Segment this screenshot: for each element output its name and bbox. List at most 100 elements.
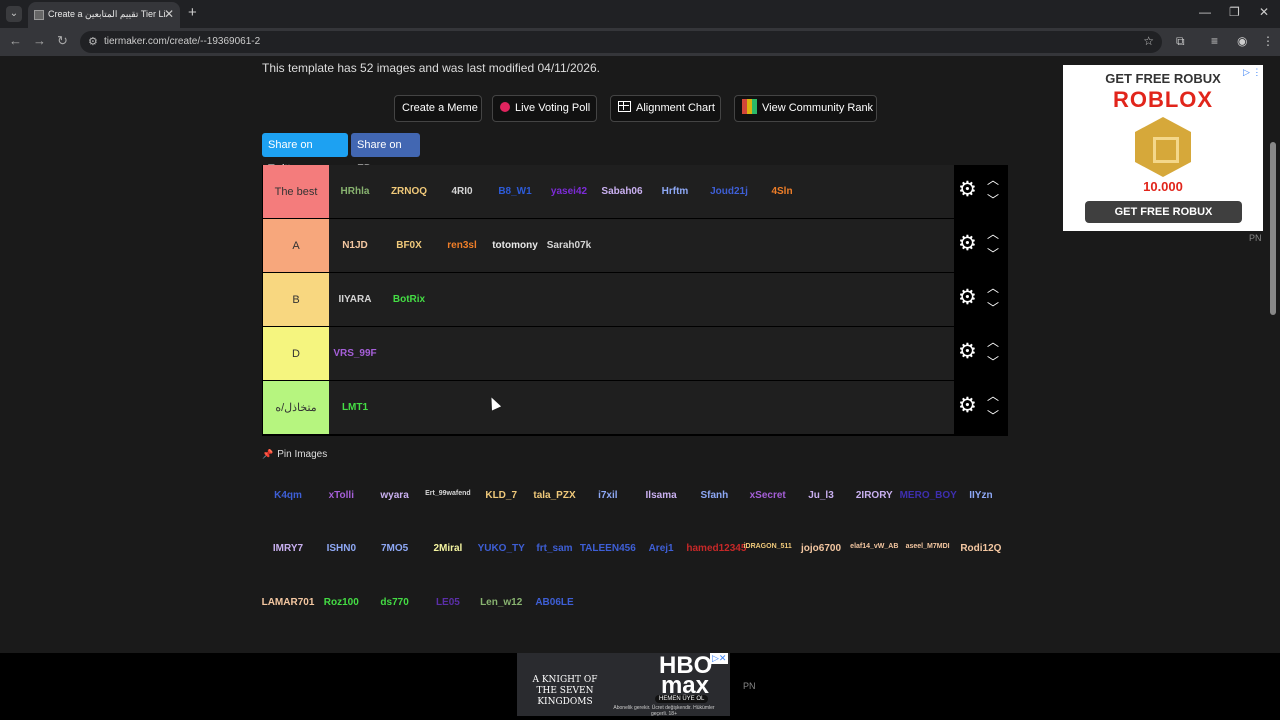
- chevron-up-icon[interactable]: ︿: [987, 228, 999, 240]
- chevron-up-icon[interactable]: ︿: [987, 390, 999, 402]
- pool-item[interactable]: K4qm: [260, 490, 316, 501]
- gear-icon[interactable]: ⚙: [958, 233, 977, 254]
- pool-item[interactable]: aseel_M7MDI: [900, 543, 956, 550]
- pool-item[interactable]: YUKO_TY: [473, 543, 529, 554]
- tier-item[interactable]: Sabah06: [597, 186, 647, 197]
- tier-item[interactable]: 4Sln: [757, 186, 807, 197]
- maximize-icon[interactable]: ❐: [1229, 5, 1240, 19]
- pool-item[interactable]: elaf14_vW_AB: [846, 543, 902, 550]
- browser-menu-icon[interactable]: ⋮: [1262, 34, 1274, 48]
- new-tab-button[interactable]: +: [188, 4, 197, 21]
- pool-item[interactable]: Roz100: [313, 597, 369, 608]
- tier-item[interactable]: LMT1: [330, 402, 380, 413]
- chevron-up-icon[interactable]: ︿: [987, 282, 999, 294]
- pool-item[interactable]: xTolli: [313, 490, 369, 501]
- live-voting-poll-button[interactable]: Live Voting Poll: [492, 95, 597, 122]
- url-text[interactable]: tiermaker.com/create/--19369061-2: [104, 36, 260, 47]
- pool-item[interactable]: xSecret: [740, 490, 796, 501]
- tier-label[interactable]: D: [263, 327, 329, 380]
- alignment-chart-button[interactable]: Alignment Chart: [610, 95, 721, 122]
- tier-item[interactable]: ZRNOQ: [384, 186, 434, 197]
- pool-item[interactable]: frt_sam: [527, 543, 583, 554]
- pool-item[interactable]: MERO_BOY: [900, 490, 957, 501]
- pool-item[interactable]: Ilsama: [633, 490, 689, 501]
- minimize-icon[interactable]: —: [1199, 5, 1211, 19]
- tier-label[interactable]: متخاذل/ه: [263, 381, 329, 434]
- chevron-up-icon[interactable]: ︿: [987, 174, 999, 186]
- robux-ad[interactable]: GET FREE ROBUX ROBLOX 10.000 GET FREE RO…: [1063, 65, 1263, 231]
- tier-item[interactable]: Hrftm: [650, 186, 700, 197]
- gear-icon[interactable]: ⚙: [958, 287, 977, 308]
- pin-images-toggle[interactable]: 📌 Pin Images: [262, 449, 327, 460]
- extensions-icon[interactable]: ⧉: [1176, 34, 1185, 49]
- tier-items-area[interactable]: N1JD BF0X ren3sl totomony Sarah07k: [329, 219, 954, 272]
- tier-item[interactable]: ren3sl: [437, 240, 487, 251]
- pool-item[interactable]: IMRY7: [260, 543, 316, 554]
- hbo-max-ad[interactable]: A KNIGHT OF THE SEVEN KINGDOMS HBO max H…: [517, 653, 730, 717]
- tier-label[interactable]: B: [263, 273, 329, 326]
- back-icon[interactable]: ←: [9, 33, 22, 48]
- tier-item[interactable]: IIYARA: [330, 294, 380, 305]
- tier-items-area[interactable]: LMT1: [329, 381, 954, 434]
- adchoices-icon[interactable]: ▷ ⋮: [1243, 67, 1261, 78]
- browser-tab[interactable]: Create a تقييم المتابعين Tier List ✕: [28, 2, 180, 28]
- tier-item[interactable]: totomony: [490, 240, 540, 251]
- tier-item[interactable]: N1JD: [330, 240, 380, 251]
- tier-label[interactable]: The best: [263, 165, 329, 218]
- chevron-down-icon[interactable]: ﹀: [987, 248, 999, 260]
- tier-items-area[interactable]: HRhla ZRNOQ 4RI0 B8_W1 yasei42 Sabah06 Hrftm Jo…: [329, 165, 954, 218]
- close-window-icon[interactable]: ✕: [1259, 5, 1269, 19]
- tier-item[interactable]: yasei42: [544, 186, 594, 197]
- profile-avatar[interactable]: ◉: [1237, 34, 1247, 48]
- pool-item[interactable]: hamed12345: [686, 543, 746, 554]
- tier-items-area[interactable]: IIYARA BotRix: [329, 273, 954, 326]
- tier-item[interactable]: VRS_99F: [330, 348, 380, 359]
- chevron-up-icon[interactable]: ︿: [987, 336, 999, 348]
- tier-item[interactable]: B8_W1: [490, 186, 540, 197]
- chevron-down-icon[interactable]: ⌄: [6, 6, 22, 22]
- share-fb-button[interactable]: Share on FB: [351, 133, 420, 175]
- tier-item[interactable]: BF0X: [384, 240, 434, 251]
- page-scrollbar[interactable]: [1270, 142, 1276, 315]
- pool-item[interactable]: tala_PZX: [527, 490, 583, 501]
- pool-item[interactable]: Arej1: [633, 543, 689, 554]
- pool-item[interactable]: Rodi12Q: [953, 543, 1009, 554]
- close-tab-icon[interactable]: ✕: [164, 7, 174, 21]
- pool-item[interactable]: LE05: [420, 597, 476, 608]
- reload-icon[interactable]: ↻: [57, 33, 68, 49]
- pool-item[interactable]: wyara: [367, 490, 423, 501]
- chevron-down-icon[interactable]: ﹀: [987, 356, 999, 368]
- pool-item[interactable]: Len_w12: [473, 597, 529, 608]
- pool-item[interactable]: Ert_99wafend: [420, 490, 476, 497]
- pool-item[interactable]: Sfanh: [686, 490, 742, 501]
- gear-icon[interactable]: ⚙: [958, 341, 977, 362]
- pool-item[interactable]: 2Miral: [420, 543, 476, 554]
- pool-item[interactable]: 2IRORY: [846, 490, 902, 501]
- pool-item[interactable]: TALEEN456: [580, 543, 636, 554]
- tier-label[interactable]: A: [263, 219, 329, 272]
- chevron-down-icon[interactable]: ﹀: [987, 194, 999, 206]
- pool-item[interactable]: KLD_7: [473, 490, 529, 501]
- address-bar[interactable]: ⚙ tiermaker.com/create/--19369061-2 ☆: [80, 31, 1162, 53]
- tier-items-area[interactable]: VRS_99F: [329, 327, 954, 380]
- pool-item[interactable]: LAMAR701: [260, 597, 316, 608]
- chevron-down-icon[interactable]: ﹀: [987, 302, 999, 314]
- pool-item[interactable]: Ju_l3: [793, 490, 849, 501]
- pool-item[interactable]: ISHN0: [313, 543, 369, 554]
- tier-item[interactable]: Sarah07k: [544, 240, 594, 251]
- pool-item[interactable]: 7MO5: [367, 543, 423, 554]
- view-community-rank-button[interactable]: View Community Rank: [734, 95, 877, 122]
- site-info-icon[interactable]: ⚙: [88, 35, 98, 48]
- chevron-down-icon[interactable]: ﹀: [987, 410, 999, 422]
- gear-icon[interactable]: ⚙: [958, 179, 977, 200]
- bookmark-star-icon[interactable]: ☆: [1143, 34, 1154, 48]
- pool-item[interactable]: AB06LE: [527, 597, 583, 608]
- create-meme-button[interactable]: Create a Meme: [394, 95, 482, 122]
- pool-item[interactable]: jojo6700: [793, 543, 849, 554]
- forward-icon[interactable]: →: [33, 33, 46, 48]
- hbo-cta[interactable]: HEMEN ÜYE OL: [655, 695, 709, 703]
- media-control-icon[interactable]: ≡: [1211, 34, 1218, 48]
- share-twitter-button[interactable]: Share on Twitter: [262, 133, 348, 175]
- pool-item[interactable]: IIYzn: [953, 490, 1009, 501]
- tier-item[interactable]: BotRix: [384, 294, 434, 305]
